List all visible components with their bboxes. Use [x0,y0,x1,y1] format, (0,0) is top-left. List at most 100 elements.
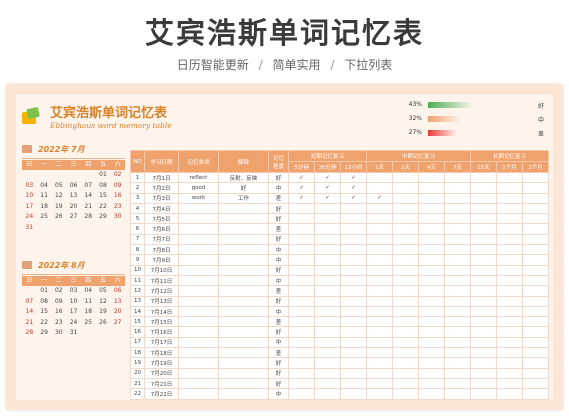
cell-review-check[interactable] [366,367,394,379]
calendar-day[interactable]: 13 [110,297,125,308]
cell-review-check[interactable] [470,202,498,215]
cell-review-check[interactable] [496,377,524,390]
cell-review-check[interactable] [470,192,498,204]
cell-review-check[interactable] [522,254,550,266]
calendar-day[interactable]: 16 [110,191,125,202]
cell-review-check[interactable] [444,213,472,225]
cell-meaning[interactable]: 好 [218,182,269,194]
cell-review-check[interactable] [444,192,472,204]
calendar-day[interactable]: 24 [22,212,37,223]
cell-review-check[interactable] [418,182,446,194]
cell-word[interactable] [178,202,219,215]
calendar-day[interactable]: 31 [66,328,81,339]
cell-word[interactable] [178,305,219,318]
cell-review-check[interactable] [470,264,498,276]
cell-rating-dropdown[interactable]: 中 [268,254,289,266]
cell-word[interactable] [178,316,219,328]
cell-review-check[interactable]: ✓ [314,192,341,204]
cell-review-check[interactable] [418,213,446,225]
cell-review-check[interactable] [392,388,420,400]
cell-review-check[interactable] [392,171,420,184]
cell-review-check[interactable] [392,264,420,276]
cell-review-check[interactable] [339,377,368,390]
cell-review-check[interactable] [366,316,394,328]
cell-review-check[interactable] [392,213,420,225]
cell-review-check[interactable] [314,305,341,318]
cell-meaning[interactable] [218,233,269,246]
cell-review-check[interactable] [496,171,524,184]
cell-word[interactable]: good [178,182,219,194]
cell-meaning[interactable] [218,223,269,235]
cell-review-check[interactable] [522,274,550,287]
cell-review-check[interactable] [444,233,472,246]
cell-meaning[interactable] [218,295,269,307]
cell-review-check[interactable] [392,233,420,246]
cell-rating-dropdown[interactable]: 中 [268,388,289,400]
cell-review-check[interactable] [444,388,472,400]
cell-review-check[interactable]: ✓ [288,182,315,194]
cell-review-check[interactable] [470,388,498,400]
cell-review-check[interactable] [470,233,498,246]
calendar-day[interactable]: 03 [22,181,37,192]
cell-review-check[interactable] [522,202,550,215]
cell-meaning[interactable] [218,254,269,266]
cell-review-check[interactable] [444,305,472,318]
cell-review-check[interactable] [418,285,446,297]
cell-review-check[interactable] [339,233,368,246]
cell-review-check[interactable] [418,171,446,184]
cell-review-check[interactable] [496,285,524,297]
cell-review-check[interactable] [470,182,498,194]
cell-word[interactable] [178,274,219,287]
calendar-day[interactable]: 09 [51,297,66,308]
cell-review-check[interactable] [522,336,550,349]
cell-review-check[interactable] [366,295,394,307]
calendar-day[interactable]: 21 [81,202,96,213]
cell-review-check[interactable] [314,202,341,215]
cell-review-check[interactable]: ✓ [288,192,315,204]
cell-review-check[interactable] [522,367,550,379]
cell-review-check[interactable] [522,305,550,318]
cell-review-check[interactable] [366,233,394,246]
cell-review-check[interactable] [314,336,341,349]
cell-review-check[interactable] [496,192,524,204]
cell-review-check[interactable] [496,347,524,359]
cell-review-check[interactable] [314,244,341,256]
cell-word[interactable] [178,326,219,338]
cell-review-check[interactable] [418,223,446,235]
calendar-day[interactable]: 05 [96,286,111,297]
cell-word[interactable] [178,285,219,297]
cell-review-check[interactable] [314,357,341,369]
cell-rating-dropdown[interactable]: 差 [268,316,289,328]
cell-meaning[interactable] [218,357,269,369]
cell-review-check[interactable] [470,244,498,256]
cell-meaning[interactable] [218,305,269,318]
cell-review-check[interactable] [288,367,315,379]
cell-review-check[interactable] [339,295,368,307]
cell-rating-dropdown[interactable]: 差 [268,223,289,235]
cell-review-check[interactable] [496,357,524,369]
calendar-day[interactable]: 31 [22,223,37,234]
calendar-day[interactable]: 27 [110,318,125,329]
cell-meaning[interactable] [218,213,269,225]
calendar-day[interactable]: 03 [66,286,81,297]
calendar-day[interactable]: 15 [37,307,52,318]
cell-review-check[interactable] [288,213,315,225]
cell-review-check[interactable] [496,202,524,215]
calendar-day[interactable]: 05 [51,181,66,192]
cell-word[interactable] [178,233,219,246]
cell-review-check[interactable] [470,223,498,235]
calendar-day[interactable]: 30 [110,212,125,223]
cell-rating-dropdown[interactable]: 好 [268,377,289,390]
cell-review-check[interactable] [444,223,472,235]
cell-review-check[interactable] [392,357,420,369]
cell-review-check[interactable] [288,202,315,215]
cell-meaning[interactable] [218,367,269,379]
cell-review-check[interactable] [418,305,446,318]
cell-rating-dropdown[interactable]: 好 [268,171,289,184]
cell-review-check[interactable] [288,316,315,328]
calendar-day[interactable]: 26 [96,318,111,329]
cell-review-check[interactable] [366,202,394,215]
cell-review-check[interactable] [418,192,446,204]
cell-review-check[interactable] [496,388,524,400]
cell-review-check[interactable] [314,264,341,276]
